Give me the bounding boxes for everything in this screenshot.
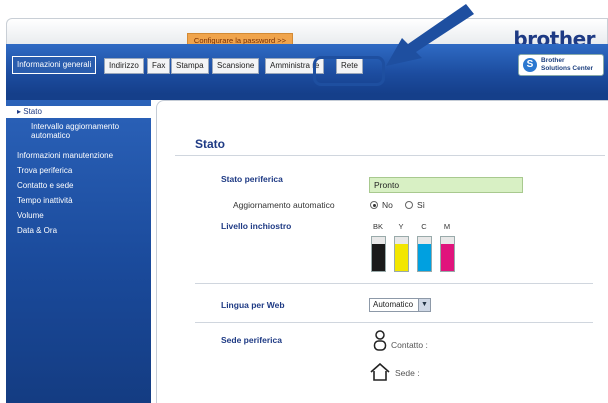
- solutions-center-button[interactable]: S Brother Solutions Center: [518, 54, 604, 76]
- sidebar-item-contact-location[interactable]: Contatto e sede: [17, 181, 73, 190]
- ink-c-label: C: [421, 222, 427, 231]
- ink-m-fill: [441, 243, 454, 271]
- tab-print[interactable]: Stampa: [171, 58, 209, 74]
- ink-c-gauge: [417, 236, 432, 272]
- ink-bk-gauge: [371, 236, 386, 272]
- pointer-arrow-icon: [386, 4, 474, 66]
- sidebar-item-sleep-time[interactable]: Tempo inattività: [17, 196, 73, 205]
- chevron-down-icon[interactable]: ▼: [418, 299, 430, 311]
- sidebar-item-date-time[interactable]: Data & Ora: [17, 226, 57, 235]
- tab-general-info[interactable]: Informazioni generali: [12, 56, 97, 74]
- ink-y-fill: [395, 243, 408, 271]
- sidebar-item-volume[interactable]: Volume: [17, 211, 44, 220]
- tab-bar: Informazioni generali Indirizzo Fax Stam…: [6, 44, 608, 94]
- app-window: Configurare la password >> brother Infor…: [6, 18, 608, 403]
- ink-m-gauge: [440, 236, 455, 272]
- location-value-label: Sede :: [395, 368, 420, 378]
- tab-fax[interactable]: Fax: [147, 58, 171, 74]
- ink-y-gauge: [394, 236, 409, 272]
- header: Configurare la password >> brother: [6, 18, 608, 51]
- home-icon: [370, 363, 390, 381]
- ink-level-label: Livello inchiostro: [221, 221, 292, 231]
- auto-refresh-label: Aggiornamento automatico: [233, 200, 335, 210]
- sidebar-item-find-device[interactable]: Trova periferica: [17, 166, 72, 175]
- web-language-label: Lingua per Web: [221, 300, 285, 310]
- person-icon: [373, 330, 387, 351]
- ink-y-label: Y: [398, 222, 404, 231]
- sidebar-item-refresh-interval-2[interactable]: automatico: [31, 131, 70, 141]
- section-divider: [195, 322, 593, 323]
- contact-label: Contatto :: [391, 340, 428, 350]
- ink-bk-fill: [372, 243, 385, 271]
- section-divider: [195, 283, 593, 284]
- solutions-line1: Brother: [541, 57, 565, 64]
- device-location-label: Sede periferica: [221, 335, 282, 345]
- sidebar: ▸ Stato Intervallo aggiornamento automat…: [6, 100, 151, 403]
- ink-m-label: M: [443, 222, 451, 231]
- auto-refresh-yes-radio[interactable]: [405, 201, 413, 209]
- ink-bk-label: BK: [372, 222, 383, 231]
- web-language-value: Automatico: [373, 300, 414, 309]
- auto-refresh-yes-label: Sì: [417, 200, 426, 210]
- tab-address[interactable]: Indirizzo: [104, 58, 144, 74]
- ink-c-fill: [418, 243, 431, 271]
- device-status-label: Stato periferica: [221, 174, 283, 184]
- network-tab-highlight: [313, 56, 385, 86]
- sidebar-item-status[interactable]: ▸ Stato: [6, 106, 151, 118]
- solutions-line2: Solutions Center: [541, 65, 594, 72]
- main-panel: Stato Stato periferica Pronto Aggiorname…: [156, 100, 608, 403]
- web-language-select[interactable]: Automatico ▼: [369, 298, 431, 312]
- device-status-value: Pronto: [369, 177, 523, 193]
- auto-refresh-no-radio[interactable]: [370, 201, 378, 209]
- page-title: Stato: [195, 137, 225, 151]
- tab-scan[interactable]: Scansione: [212, 58, 260, 74]
- sidebar-item-maintenance[interactable]: Informazioni manutenzione: [17, 151, 113, 160]
- solutions-center-icon: S: [523, 58, 537, 72]
- title-divider: [175, 155, 605, 156]
- auto-refresh-no-label: No: [382, 200, 393, 210]
- solutions-center-label: Brother Solutions Center: [541, 57, 593, 73]
